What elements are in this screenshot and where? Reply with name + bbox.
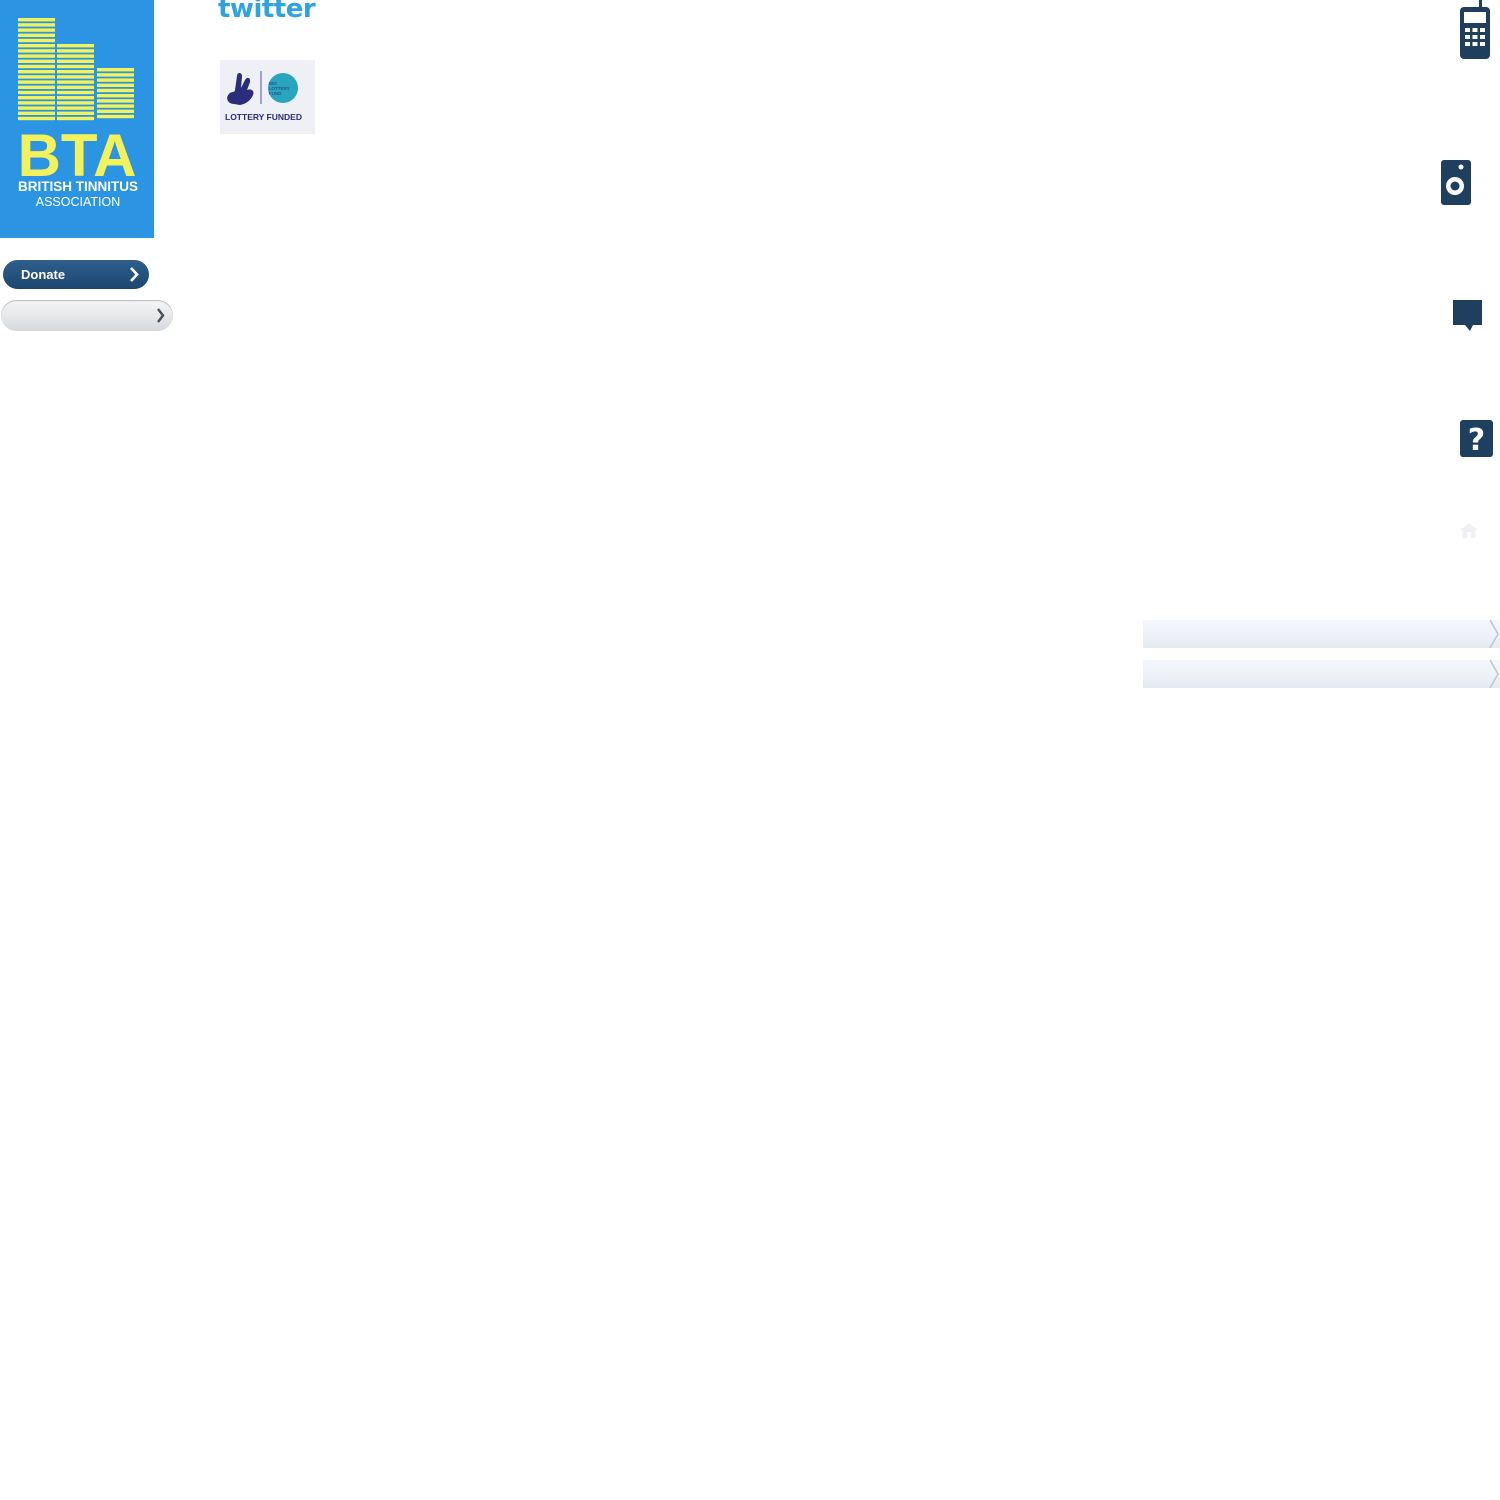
chevron-right-icon xyxy=(1489,660,1499,688)
lottery-funded-graphic: BIG LOTTERY FUND LOTTERY FUNDED xyxy=(225,71,302,122)
speaker-icon[interactable] xyxy=(1441,160,1471,210)
lottery-funded-logo[interactable]: BIG LOTTERY FUND LOTTERY FUNDED xyxy=(220,60,315,134)
pale-link-bar-1[interactable] xyxy=(1143,620,1500,648)
twitter-link[interactable]: twitter xyxy=(218,0,316,24)
chevron-right-icon xyxy=(1489,620,1499,648)
bta-logo-graphic: BTA BRITISH TINNITUS ASSOCIATION xyxy=(18,18,138,209)
chevron-right-icon xyxy=(130,267,139,282)
crossed-fingers-icon xyxy=(227,73,254,105)
secondary-button[interactable] xyxy=(1,300,173,331)
donate-button[interactable]: Donate xyxy=(3,260,149,289)
logo-line2: ASSOCIATION xyxy=(36,195,121,209)
question-icon[interactable]: ? xyxy=(1460,420,1494,463)
phone-icon[interactable] xyxy=(1460,0,1490,65)
pale-link-bar-2[interactable] xyxy=(1143,660,1500,688)
donate-label: Donate xyxy=(21,267,66,282)
chevron-right-icon xyxy=(157,308,165,323)
home-icon[interactable] xyxy=(1459,522,1479,544)
speech-bubble-icon[interactable] xyxy=(1453,300,1483,337)
svg-text:?: ? xyxy=(1468,423,1485,458)
bta-logo[interactable]: BTA BRITISH TINNITUS ASSOCIATION xyxy=(0,0,154,238)
logo-line1: BRITISH TINNITUS xyxy=(18,179,138,194)
lottery-label: LOTTERY FUNDED xyxy=(225,112,302,122)
svg-text:FUND: FUND xyxy=(269,91,282,96)
